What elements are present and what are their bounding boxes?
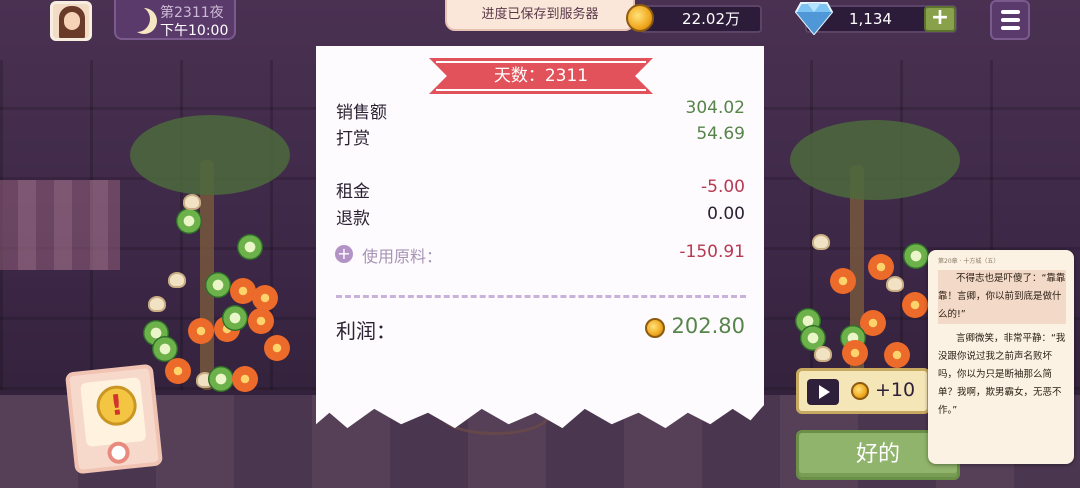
coin-icon: [626, 4, 654, 32]
refund-label: 退款: [336, 209, 370, 229]
palm-leaves-right: [790, 120, 960, 200]
tomato-slice: [264, 335, 290, 361]
rent-value: -5.00: [701, 177, 745, 197]
mushroom-slice: [148, 296, 166, 312]
refund-value: 0.00: [707, 204, 745, 224]
tomato-slice: [830, 268, 856, 294]
expand-materials-icon[interactable]: +: [335, 245, 353, 263]
menu-icon: [1001, 18, 1020, 22]
mushroom-slice: [812, 234, 830, 250]
coin-balance: 22.02万: [640, 5, 762, 33]
materials-value: -150.91: [679, 242, 745, 262]
jalapeno-slice: [176, 208, 202, 234]
alert-card[interactable]: !: [64, 363, 164, 475]
moon-icon: [124, 6, 150, 32]
avatar-face: [64, 12, 80, 30]
menu-icon: [1001, 10, 1020, 14]
ad-reward-amount: +10: [875, 379, 916, 401]
tomato-slice: [884, 342, 910, 368]
tips-label: 打赏: [336, 129, 370, 149]
novel-paragraph: 不得志也是吓傻了：“靠靠靠！言卿，你以前到底是做什么的!”: [938, 270, 1066, 324]
chapter-info: 第20章 · 十方城（五）: [938, 258, 1000, 265]
tips-value: 54.69: [696, 124, 745, 144]
tomato-slice: [902, 292, 928, 318]
profit-value: 202.80: [671, 314, 745, 338]
novel-reader-overlay[interactable]: 第20章 · 十方城（五） 不得志也是吓傻了：“靠靠靠！言卿，你以前到底是做什么…: [928, 250, 1074, 464]
player-avatar[interactable]: [50, 1, 92, 41]
palm-leaves-left: [130, 115, 290, 195]
mushroom-slice: [814, 346, 832, 362]
alert-card-dot: [106, 440, 131, 465]
watch-ad-button[interactable]: +10: [796, 368, 930, 414]
menu-icon: [1001, 26, 1020, 30]
clock-time: 下午10:00: [160, 23, 229, 39]
jalapeno-slice: [208, 366, 234, 392]
coin-icon: [851, 382, 869, 400]
mushroom-slice: [183, 194, 201, 210]
jalapeno-slice: [237, 234, 263, 260]
sales-label: 销售额: [336, 103, 387, 123]
tomato-slice: [842, 340, 868, 366]
profit-label: 利润：: [336, 319, 396, 343]
awning: [0, 180, 120, 270]
day-banner: 天数：2311: [436, 61, 646, 91]
rent-label: 租金: [336, 182, 370, 202]
materials-label[interactable]: 使用原料：: [362, 243, 442, 267]
day-time-panel: 第2311夜 下午10:00: [114, 0, 236, 40]
tomato-slice: [188, 318, 214, 344]
buy-gems-button[interactable]: +: [924, 6, 956, 32]
mushroom-slice: [168, 272, 186, 288]
tomato-slice: [165, 358, 191, 384]
menu-button[interactable]: [990, 0, 1030, 40]
night-counter: 第2311夜: [160, 5, 224, 21]
jalapeno-slice: [222, 305, 248, 331]
mushroom-slice: [886, 276, 904, 292]
tomato-slice: [252, 285, 278, 311]
receipt-divider: [336, 295, 746, 298]
jalapeno-slice: [903, 243, 929, 269]
tomato-slice: [232, 366, 258, 392]
diamond-icon: [795, 2, 833, 35]
novel-paragraph: 言卿微笑，非常平静：“我没跟你说过我之前声名败坏吗，你以为只是断袖那么简单？我啊…: [938, 333, 1066, 416]
play-video-icon: [807, 379, 839, 405]
sales-value: 304.02: [685, 98, 745, 118]
tomato-slice: [248, 308, 274, 334]
jalapeno-slice: [205, 272, 231, 298]
save-toast: 进度已保存到服务器: [445, 0, 635, 31]
coin-icon: [645, 318, 665, 338]
